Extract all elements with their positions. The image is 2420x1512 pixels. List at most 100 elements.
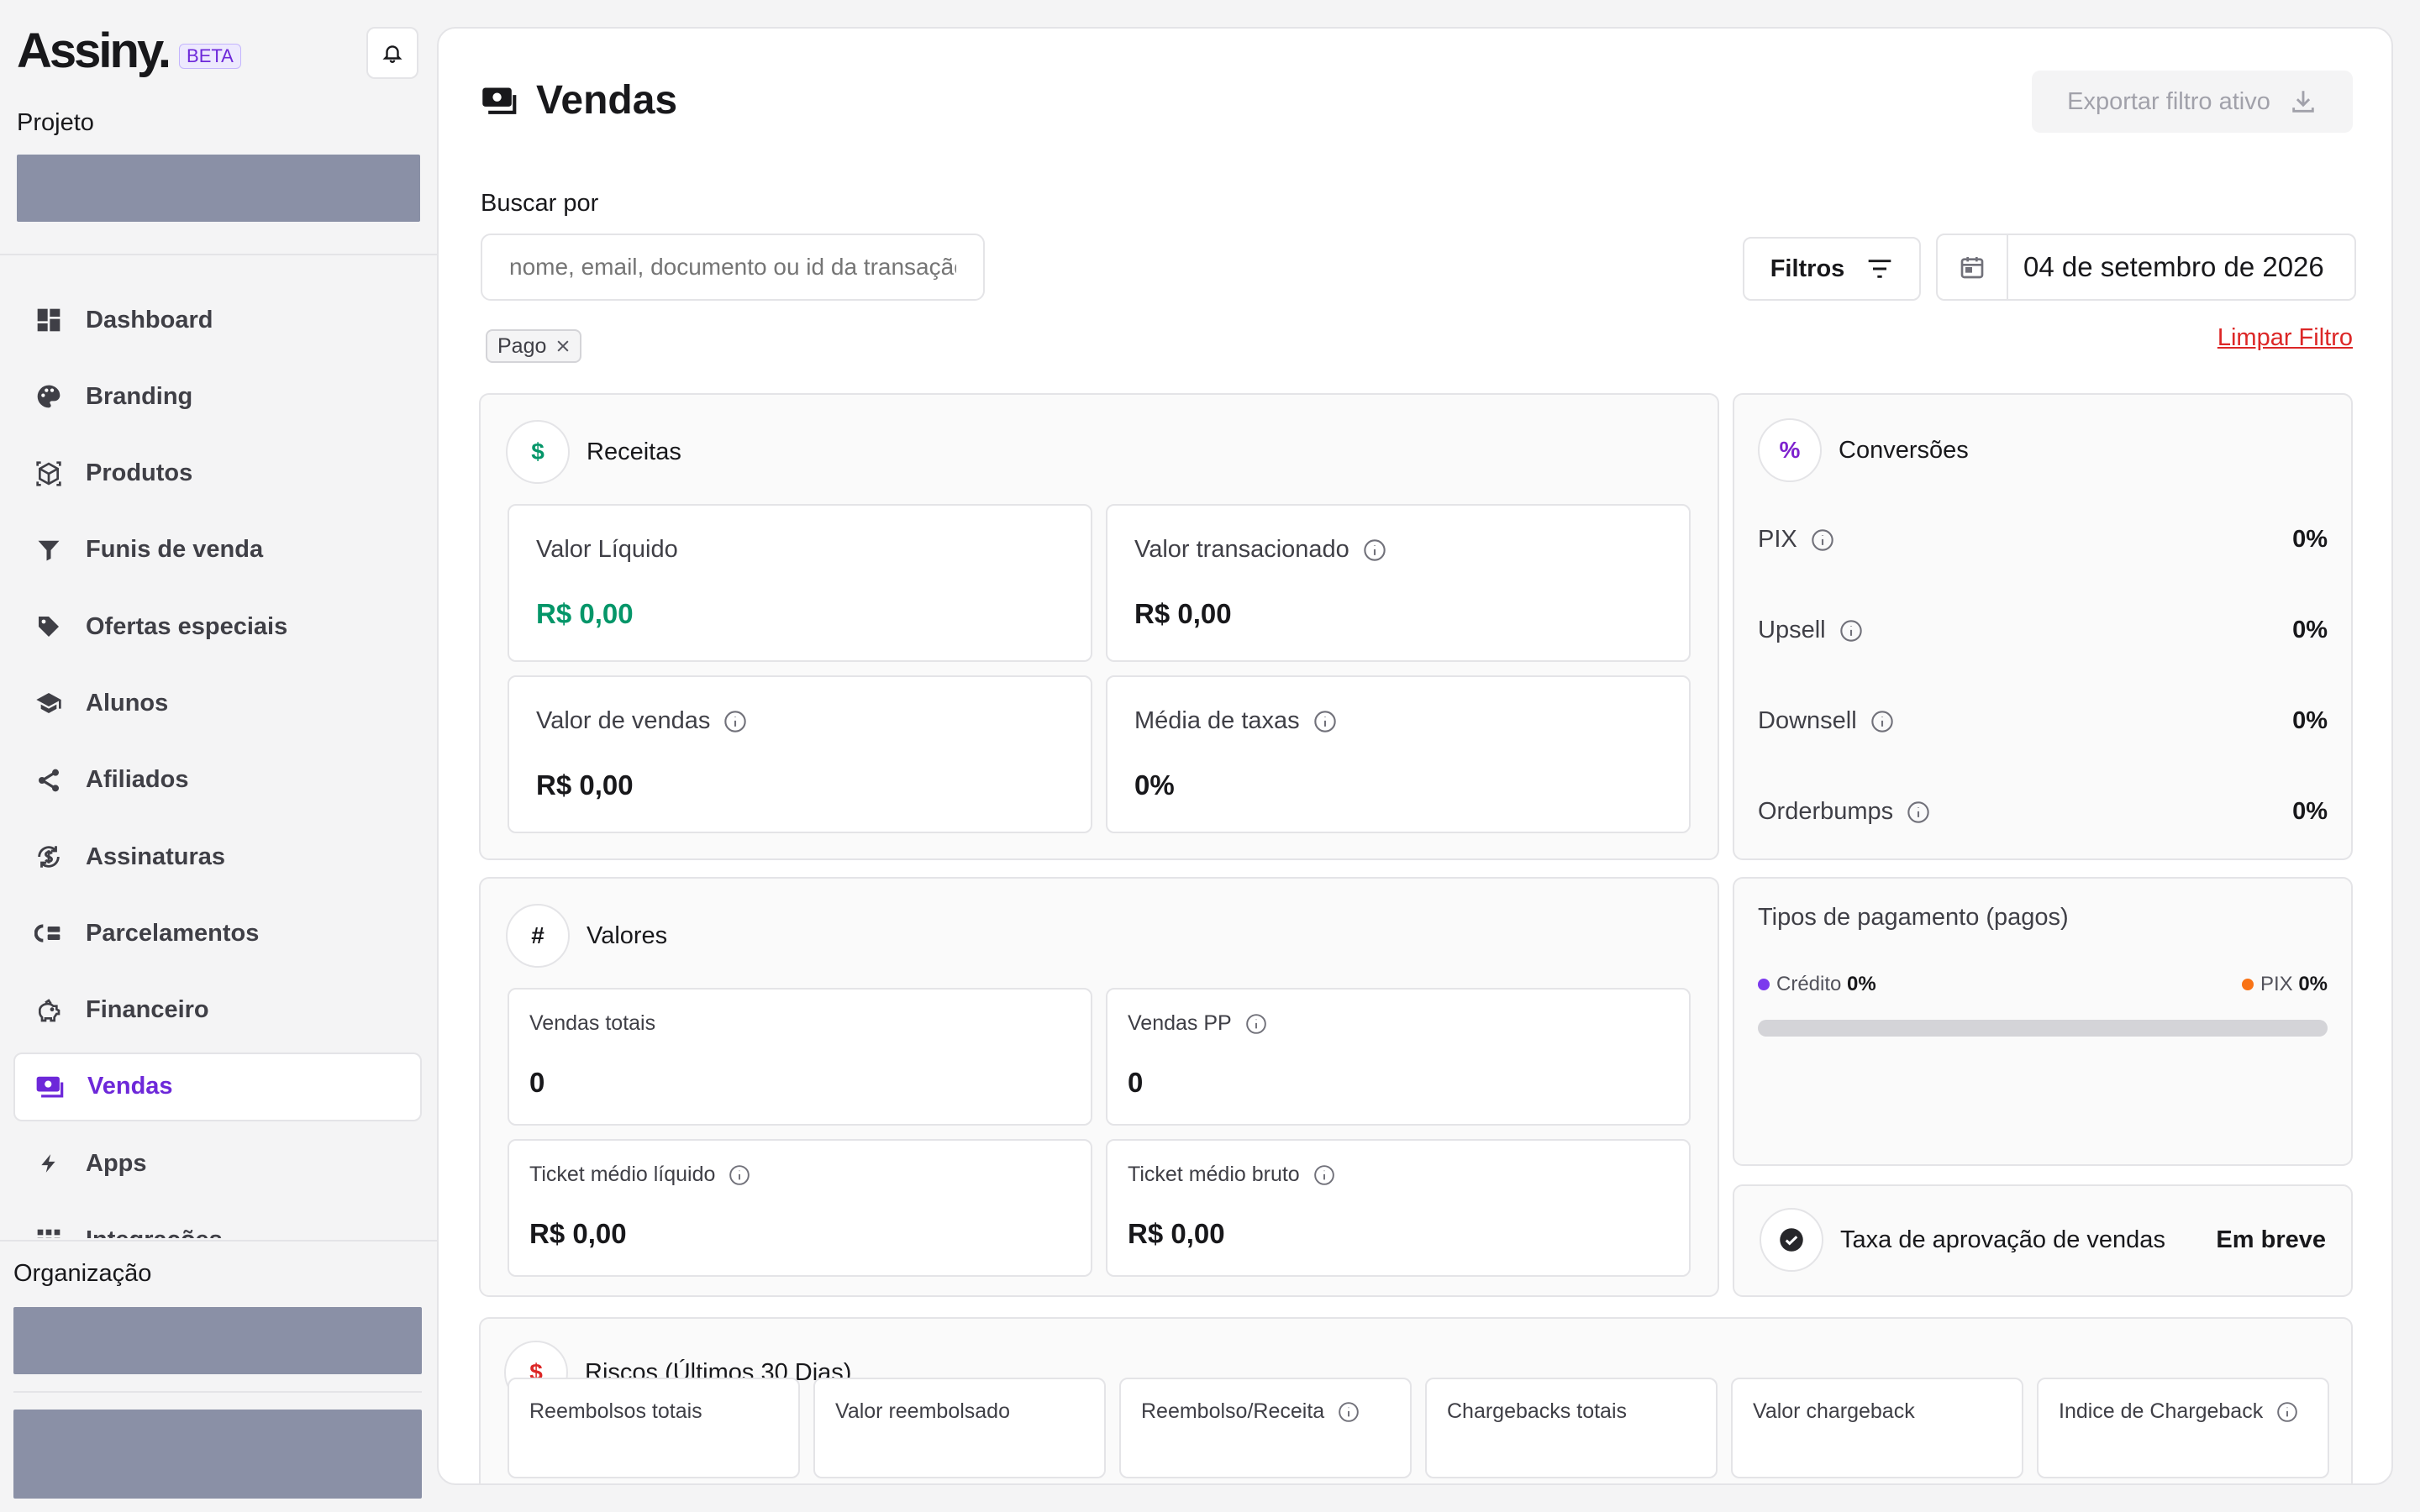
metric-label: Reembolsos totais: [529, 1399, 702, 1423]
sidebar-item-label: Apps: [86, 1149, 147, 1177]
metric-card: Média de taxas 0%: [1106, 675, 1691, 833]
percent-icon: %: [1758, 418, 1822, 482]
info-icon[interactable]: [1363, 538, 1386, 562]
grid-icon: [34, 1226, 64, 1238]
metric-label: Ticket médio líquido: [529, 1163, 750, 1187]
sidebar-item-vendas[interactable]: Vendas: [13, 1052, 422, 1121]
sidebar-item-produtos[interactable]: Produtos: [13, 439, 422, 508]
notifications-button[interactable]: [366, 27, 418, 79]
sidebar-item-label: Produtos: [86, 459, 193, 487]
row-label: Upsell: [1758, 617, 1826, 643]
payment-split-bar: [1758, 1020, 2328, 1037]
export-label: Exportar filtro ativo: [2067, 87, 2270, 115]
info-icon[interactable]: [1907, 801, 1930, 824]
filters-label: Filtros: [1770, 255, 1845, 282]
metric-card: Valor de vendas R$ 0,00: [508, 675, 1092, 833]
project-selector[interactable]: [17, 155, 420, 222]
info-icon[interactable]: [1313, 1164, 1335, 1186]
sidebar-item-assinaturas[interactable]: Assinaturas: [13, 822, 422, 891]
sidebar-item-ofertas[interactable]: Ofertas especiais: [13, 592, 422, 661]
sidebar-item-label: Dashboard: [86, 306, 213, 333]
sidebar-item-financeiro[interactable]: Financeiro: [13, 976, 422, 1045]
panel-title: Taxa de aprovação de vendas: [1840, 1226, 2165, 1253]
metric-label: Indice de Chargeback: [2059, 1399, 2298, 1424]
panel-title: Tipos de pagamento (pagos): [1758, 904, 2069, 931]
panel-header: Taxa de aprovação de vendas: [1760, 1208, 2165, 1272]
organization-selector[interactable]: [13, 1307, 422, 1374]
sidebar-item-branding[interactable]: Branding: [13, 362, 422, 431]
sidebar-item-apps[interactable]: Apps: [13, 1129, 422, 1198]
metric-label: Valor de vendas: [536, 707, 747, 735]
info-icon[interactable]: [1245, 1013, 1267, 1035]
legend-label: Crédito: [1776, 973, 1842, 995]
sidebar: Assiny. BETA Projeto Dashboard Branding …: [0, 0, 437, 1512]
export-button[interactable]: Exportar filtro ativo: [2032, 71, 2353, 133]
metric-label: Ticket médio bruto: [1128, 1163, 1335, 1187]
legend-label: PIX: [2260, 973, 2293, 995]
brand-logo[interactable]: Assiny. BETA: [17, 25, 241, 77]
installments-icon: [34, 918, 64, 948]
sidebar-item-label: Assinaturas: [86, 843, 226, 870]
date-picker[interactable]: 04 de setembro de 2026: [1936, 234, 2356, 301]
calendar-icon[interactable]: [1938, 235, 2008, 299]
panel-header: $ Receitas: [506, 420, 681, 484]
cash-icon: [35, 1072, 66, 1102]
close-icon[interactable]: [555, 338, 571, 354]
metric-card: Vendas totais 0: [508, 988, 1092, 1126]
recurring-dollar-icon: [34, 842, 64, 872]
sidebar-item-integracoes[interactable]: Integrações: [13, 1206, 422, 1238]
risk-card: Reembolso/Receita: [1119, 1378, 1412, 1478]
info-icon[interactable]: [1313, 710, 1337, 733]
info-icon[interactable]: [723, 710, 747, 733]
check-circle-icon: [1760, 1208, 1823, 1272]
organization-section: Organização: [0, 1240, 437, 1512]
divider: [0, 254, 437, 255]
info-icon[interactable]: [1839, 619, 1863, 643]
page-title: Vendas: [481, 77, 677, 123]
conversion-row: PIX 0%: [1758, 526, 2328, 554]
legend-credito: Crédito 0%: [1758, 973, 1876, 996]
sidebar-item-dashboard[interactable]: Dashboard: [13, 286, 422, 354]
info-icon[interactable]: [729, 1164, 750, 1186]
panel-title: Valores: [587, 921, 668, 949]
clear-filter-link[interactable]: Limpar Filtro: [2217, 324, 2353, 352]
info-icon[interactable]: [1338, 1401, 1360, 1423]
filter-lines-icon: [1866, 259, 1893, 279]
info-icon[interactable]: [2276, 1401, 2298, 1423]
row-value: 0%: [2292, 798, 2328, 825]
metric-value: R$ 0,00: [1128, 1218, 1225, 1249]
dashboard-icon: [34, 305, 64, 335]
bell-icon: [382, 45, 402, 63]
row-value: 0%: [2292, 707, 2328, 734]
pix-dot: [2241, 979, 2254, 990]
sidebar-item-label: Afiliados: [86, 766, 189, 794]
receitas-panel: $ Receitas Valor Líquido R$ 0,00 Valor t…: [479, 393, 1719, 860]
sidebar-item-parcelamentos[interactable]: Parcelamentos: [13, 899, 422, 968]
sidebar-item-label: Alunos: [86, 689, 169, 717]
info-icon[interactable]: [1870, 710, 1894, 733]
filters-button[interactable]: Filtros: [1743, 237, 1921, 301]
search-input[interactable]: [481, 234, 985, 301]
org-label: Organização: [13, 1260, 152, 1287]
sidebar-item-afiliados[interactable]: Afiliados: [13, 746, 422, 815]
sidebar-item-funis[interactable]: Funis de venda: [13, 516, 422, 585]
sidebar-item-label: Ofertas especiais: [86, 612, 288, 640]
funnel-icon: [34, 535, 64, 565]
valores-panel: # Valores Vendas totais 0 Vendas PP 0 Ti…: [479, 877, 1719, 1297]
divider: [13, 1391, 422, 1393]
sidebar-item-label: Vendas: [87, 1073, 173, 1100]
metric-card: Vendas PP 0: [1106, 988, 1691, 1126]
sidebar-item-alunos[interactable]: Alunos: [13, 669, 422, 738]
conversion-row: Downsell 0%: [1758, 707, 2328, 735]
metric-label: Vendas PP: [1128, 1011, 1267, 1036]
tag-icon: [34, 612, 64, 642]
user-account-block[interactable]: [13, 1410, 422, 1499]
page-title-text: Vendas: [536, 78, 678, 123]
metric-value: R$ 0,00: [536, 769, 634, 801]
sidebar-item-label: Financeiro: [86, 996, 209, 1024]
box-icon: [34, 459, 64, 489]
metric-label: Valor reembolsado: [835, 1399, 1010, 1423]
metric-value: R$ 0,00: [536, 598, 634, 629]
metric-label: Reembolso/Receita: [1141, 1399, 1360, 1424]
info-icon[interactable]: [1811, 528, 1834, 552]
